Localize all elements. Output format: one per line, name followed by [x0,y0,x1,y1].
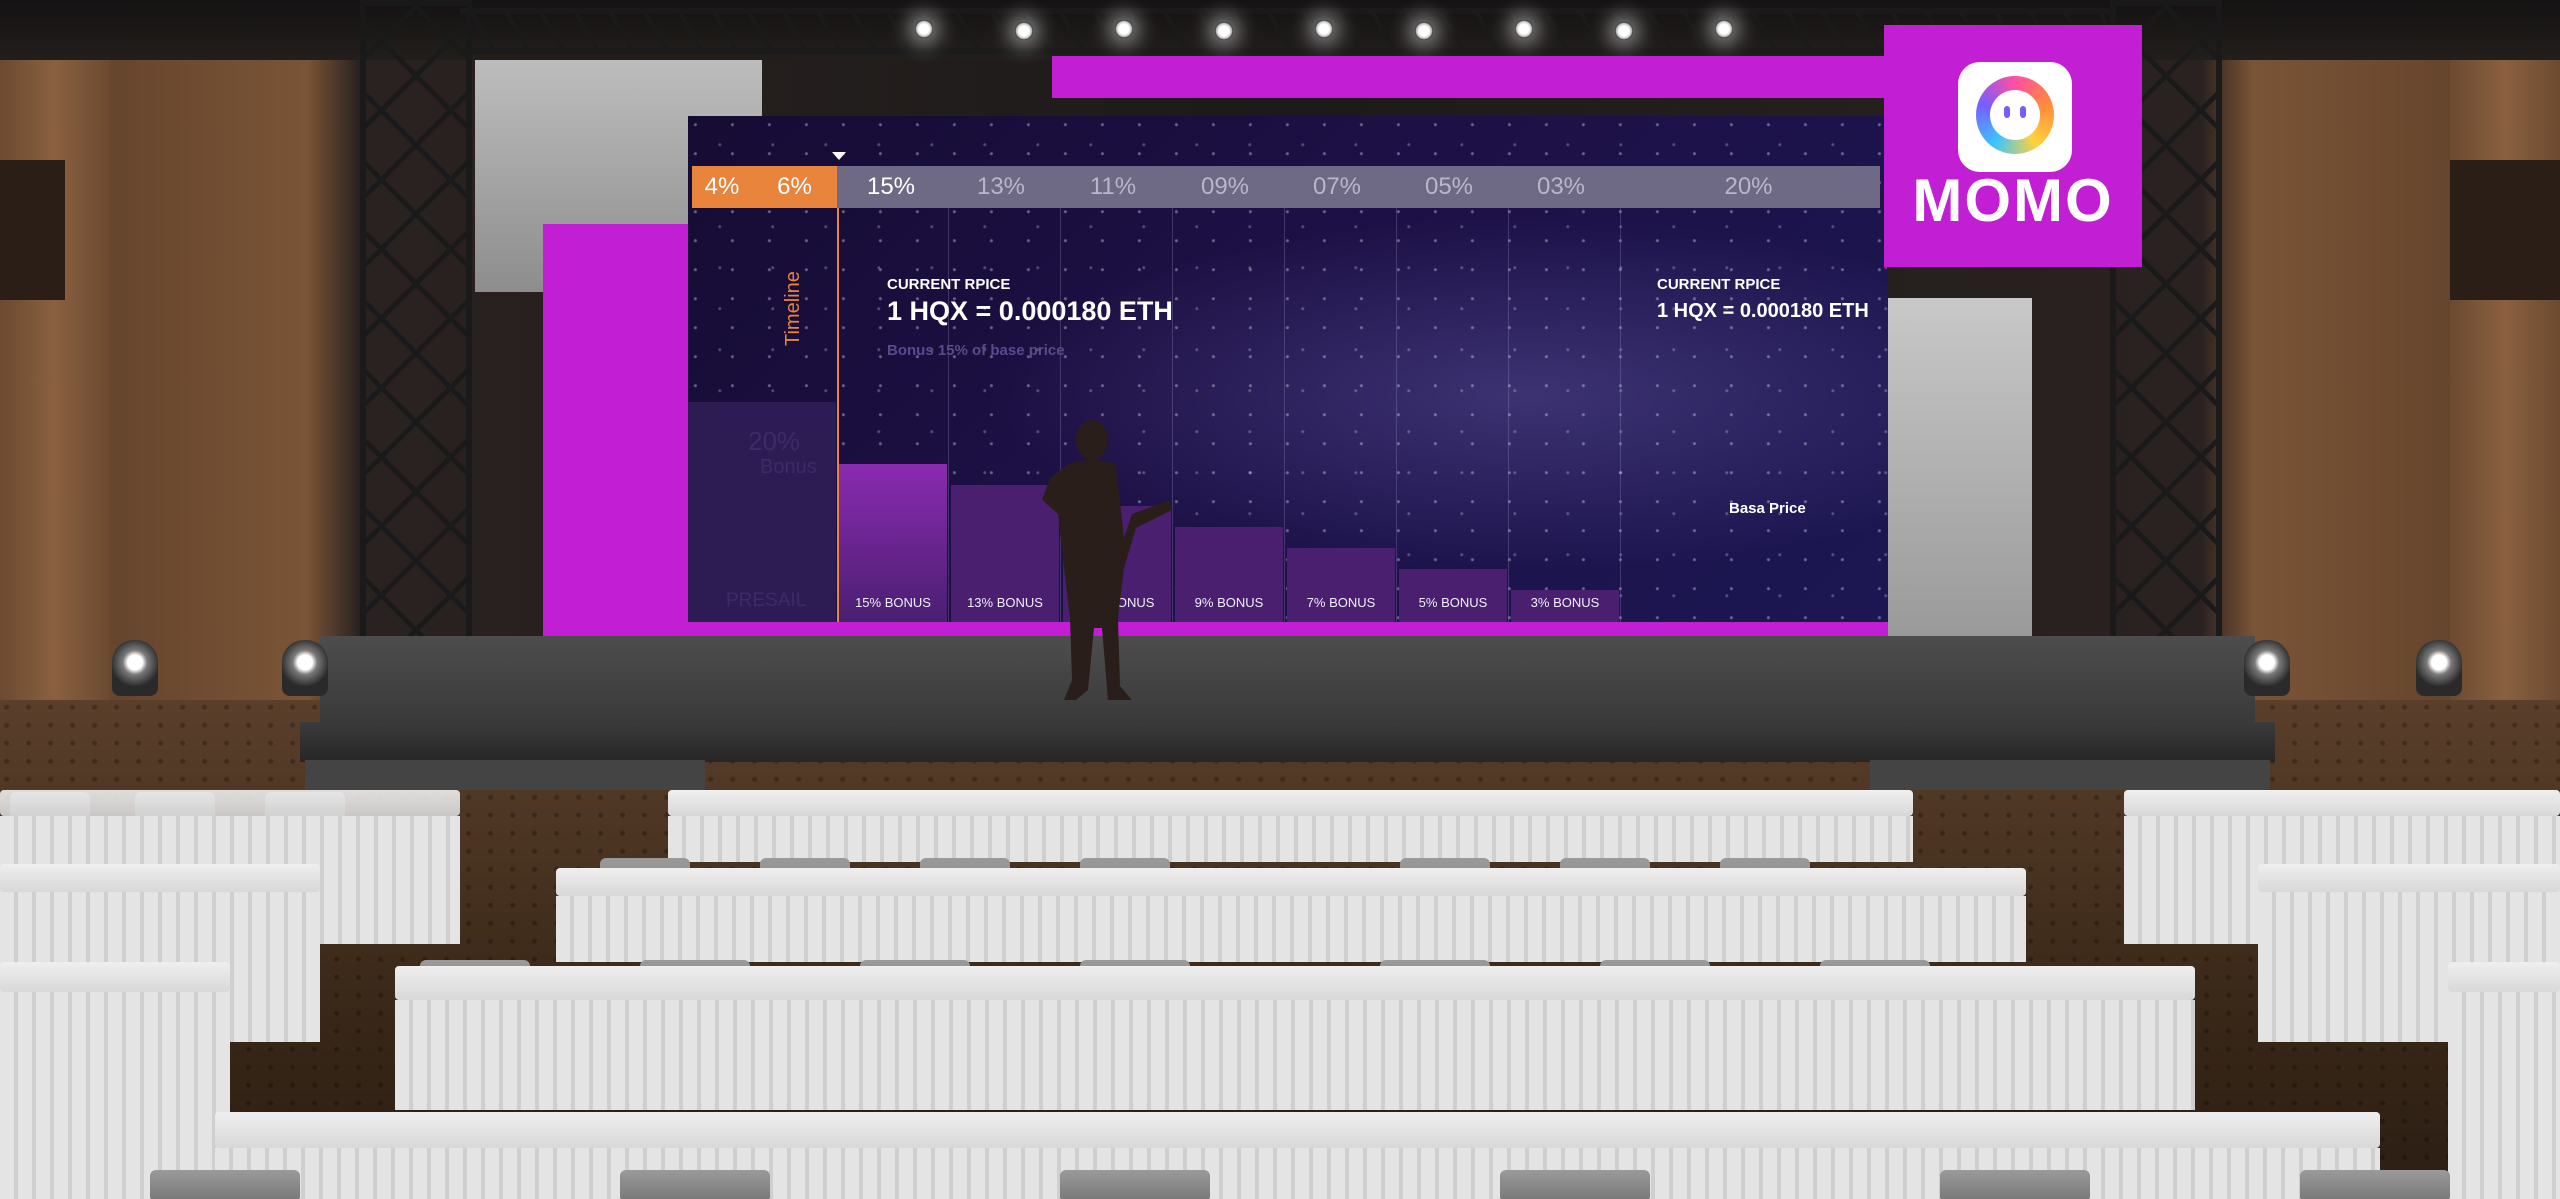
stage-spotlight [2416,640,2462,696]
tab-03: 03% [1505,166,1617,208]
momo-logo-text: MOMO [1912,167,2114,234]
momo-ring-center [1990,90,2040,140]
presale-bonus-text: Bonus [760,456,817,478]
grid-line [1620,208,1621,622]
table-center-row3 [395,966,2195,1000]
tab-15: 15% [837,166,945,208]
table-right-front [2448,962,2560,992]
table-center-row1 [668,790,1913,816]
magenta-backdrop-left [543,224,693,636]
magenta-banner-top [1052,56,1902,98]
table-skirt [556,896,2026,962]
table-left-front [0,962,230,992]
current-price-caption-right: CURRENT RPICE [1657,276,1781,293]
table-right-back [2124,790,2560,816]
grid-line [1508,208,1509,622]
presenter-silhouette [1042,420,1172,700]
tab-4: 4% [692,166,752,208]
ceiling-light [1115,20,1133,38]
ceiling-light [1715,20,1733,38]
ceiling-light [1015,22,1033,40]
presale-percent: 20% [748,426,801,456]
grid-line [948,208,949,622]
chair [1060,1170,1210,1199]
table-left-mid [0,864,320,892]
chair [1500,1170,1650,1199]
stage-spotlight [282,640,328,696]
bonus-bar-label: 7% BONUS [1306,595,1376,610]
stage-spotlight [112,640,158,696]
current-price-value-left: 1 HQX = 0.000180 ETH [887,296,1173,326]
presale-label: PRESAIL [726,590,807,611]
stage-step-left [305,760,705,790]
bonus-note: Bonus 15% of base price [887,342,1065,359]
magenta-stage-strip [543,622,1888,636]
tab-13: 13% [945,166,1057,208]
grid-line [1396,208,1397,622]
table-skirt [395,1000,2195,1110]
wood-panel-right [2450,0,2560,700]
chair [1940,1170,2090,1199]
truss-top-beam [460,8,2110,54]
momo-eye-icon [2020,106,2026,118]
tab-6: 6% [752,166,837,208]
grid-line [1284,208,1285,622]
stage-front [300,722,2275,762]
ceiling-light [915,20,933,38]
ceiling-light [1315,20,1333,38]
current-price-value-right: 1 HQX = 0.000180 ETH [1657,300,1869,322]
tab-09: 09% [1169,166,1281,208]
table-right-mid [2258,864,2560,892]
bonus-bar-label: 3% BONUS [1530,595,1600,610]
chair [2300,1170,2450,1199]
ceiling-light [1515,20,1533,38]
table-center-row2 [556,868,2026,896]
truss-tower-left [360,0,472,652]
stage-spotlight [2244,640,2290,696]
stage-step-right [1870,760,2270,790]
wood-panel-left [0,0,110,700]
table-skirt [2448,992,2560,1199]
bonus-bar-label: 5% BONUS [1418,595,1488,610]
bonus-bar-label: 15% BONUS [855,595,931,610]
timeline-label: Timeline [782,271,804,346]
ceiling-light [1215,22,1233,40]
table-skirt [0,992,230,1199]
bonus-timeline-tabs: 4% 6% 15% 13% 11% 09% 07% 05% 03% 20% [692,166,1884,208]
wall-recess-left [0,160,65,300]
stage-platform [320,636,2255,722]
current-price-caption-left: CURRENT RPICE [887,276,1011,293]
ceiling-light [1615,22,1633,40]
table-skirt [668,816,1913,862]
tab-20: 20% [1617,166,1880,208]
tab-07: 07% [1281,166,1393,208]
ceiling-light [1415,22,1433,40]
chair [150,1170,300,1199]
tab-05: 05% [1393,166,1505,208]
bonus-bar [1287,548,1395,622]
bonus-bar-label: 9% BONUS [1194,595,1264,610]
tab-11: 11% [1057,166,1169,208]
chair [620,1170,770,1199]
momo-eye-icon [2004,106,2010,118]
table-left-back [0,790,460,816]
table-center-row4 [215,1112,2380,1148]
base-price-label: Basa Price [1729,500,1806,517]
timeline-marker-icon [832,152,846,160]
stage-led-screen: 4% 6% 15% 13% 11% 09% 07% 05% 03% 20% 20… [688,116,1888,622]
wall-recess-right [2450,160,2560,300]
